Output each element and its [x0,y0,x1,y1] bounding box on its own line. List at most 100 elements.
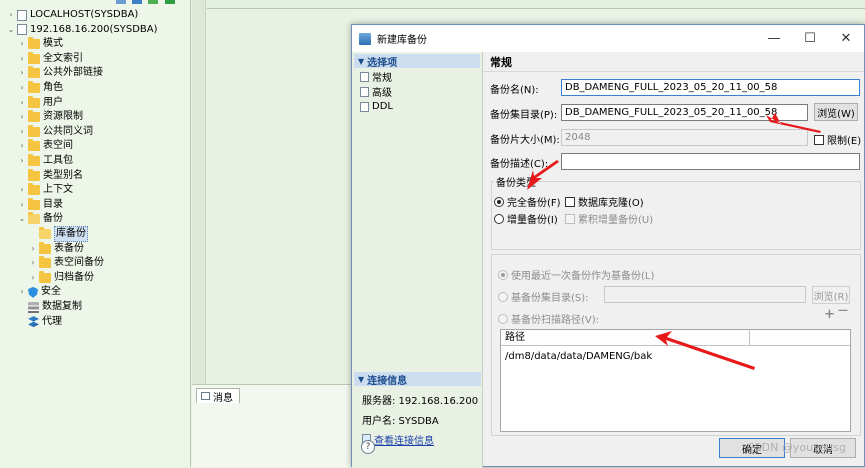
dialog-title: 新建库备份 [377,35,427,46]
tree-node[interactable]: 数据复制 [17,300,82,314]
tab-messages[interactable]: 消息 [196,388,240,404]
chevron-right-icon[interactable]: › [17,139,27,153]
tree-node[interactable]: › 上下文 [17,183,73,197]
center-gutter [192,0,206,384]
chevron-down-icon[interactable]: ⌄ [6,23,16,37]
minimize-button[interactable]: — [756,25,792,52]
tree-node-label: LOCALHOST(SYSDBA) [30,9,139,20]
folder-open-icon [39,227,51,239]
chevron-down-icon[interactable]: ⌄ [17,212,27,226]
tree-node[interactable]: ⌄ 备份 [17,212,63,226]
toolbar-icon[interactable] [116,0,126,4]
tree-node[interactable]: › 资源限制 [17,110,83,124]
add-path-icon[interactable]: + [824,307,835,322]
tree-node[interactable]: › 角色 [17,81,63,95]
checkbox-box[interactable] [565,213,575,224]
nav-header-connection: ▼ 连接信息 [354,372,481,387]
tree-node-label: 资源限制 [43,111,83,123]
help-icon[interactable]: ? [361,440,375,454]
nav-item-ddl[interactable]: DDL [352,99,482,114]
radio-icon[interactable] [498,291,508,302]
backup-type-legend: 备份类型 [494,174,538,189]
chevron-right-icon[interactable]: › [17,285,27,299]
tree-node[interactable]: › 安全 [17,285,61,299]
base-dir-input[interactable] [604,286,806,303]
editor-tab-strip [207,0,865,9]
chevron-right-icon[interactable]: › [17,52,27,66]
tree-node[interactable]: › 表空间备份 [28,256,104,270]
tree-node[interactable]: › 用户 [17,95,63,110]
tree-node[interactable]: › 公共外部链接 [17,66,103,80]
view-connection-link[interactable]: 查看连接信息 [374,432,434,447]
radio-icon[interactable] [498,313,508,324]
db-clone-checkbox[interactable]: 数据库克隆(O) [565,194,644,209]
tree-node[interactable]: 代理 [17,315,62,329]
chevron-right-icon[interactable]: › [28,256,38,270]
base-dir-radio[interactable]: 基备份集目录(S): [498,289,589,304]
scan-path-table: 路径 /dm8/data/data/DAMENG/bak [500,329,851,432]
radio-icon[interactable] [494,213,504,224]
chevron-right-icon[interactable]: › [6,8,16,22]
remove-path-icon[interactable]: — [838,305,848,316]
path-table-header: 路径 [501,330,850,346]
chevron-right-icon[interactable]: › [17,154,27,168]
cumulative-incremental-checkbox[interactable]: 累积增量备份(U) [565,211,653,226]
tree-node[interactable]: › 公共同义词 [17,124,93,139]
chevron-right-icon[interactable]: › [17,125,27,139]
tree-node[interactable]: › LOCALHOST(SYSDBA) [6,8,138,22]
browse-base-button[interactable]: 浏览(R) [812,286,850,304]
tree-node-label: 数据复制 [42,301,82,312]
close-button[interactable]: ✕ [828,25,864,52]
tree-node[interactable]: › 全文索引 [17,51,83,66]
triangle-down-icon: ▼ [358,374,365,384]
checkbox-box[interactable] [814,134,824,145]
tree-node-label: 安全 [41,286,61,298]
tree-node[interactable]: › 表空间 [17,139,73,153]
tree-node[interactable]: › 模式 [17,37,63,51]
tree-node[interactable]: › 目录 [17,197,63,212]
path-row[interactable]: /dm8/data/data/DAMENG/bak [501,349,850,365]
incremental-backup-label: 增量备份(I) [507,215,558,226]
chevron-right-icon[interactable]: › [17,81,27,95]
tree-node-label: 角色 [43,82,63,93]
tree-node[interactable]: ⌄ 192.168.16.200(SYSDBA) [6,23,158,37]
tree-node[interactable]: 库备份 [28,226,88,242]
piece-size-input[interactable]: 2048 [561,129,808,146]
chevron-right-icon[interactable]: › [17,37,27,51]
chevron-right-icon[interactable]: › [17,66,27,80]
chevron-right-icon[interactable]: › [17,183,27,197]
chevron-right-icon[interactable]: › [28,242,38,256]
limit-label: 限制(E) [827,136,862,147]
backup-name-input[interactable]: DB_DAMENG_FULL_2023_05_20_11_00_58 [561,79,860,96]
backup-dir-input[interactable]: DB_DAMENG_FULL_2023_05_20_11_00_58 [561,104,808,121]
radio-selected-icon[interactable] [494,196,504,207]
agent-icon [28,316,39,328]
use-latest-base-radio[interactable]: 使用最近一次备份作为基备份(L) [498,267,654,282]
chevron-right-icon[interactable]: › [17,110,27,124]
description-input[interactable] [561,153,860,170]
full-backup-radio[interactable]: 完全备份(F) [494,194,561,209]
maximize-button[interactable]: ☐ [792,25,828,52]
tree-node[interactable]: 类型别名 [17,168,83,183]
page-icon [360,71,369,82]
incremental-backup-radio[interactable]: 增量备份(I) [494,211,558,226]
browse-button[interactable]: 浏览(W) [814,103,858,121]
chevron-right-icon[interactable]: › [17,96,27,110]
toolbar-icon[interactable] [165,0,175,4]
toolbar-icon[interactable] [148,0,158,4]
checkbox-box[interactable] [565,196,575,207]
toolbar-icon[interactable] [132,0,142,4]
tree-node[interactable]: › 表备份 [28,241,84,256]
limit-checkbox[interactable]: 限制(E) [814,132,861,147]
nav-item-general[interactable]: 常规 [352,69,482,84]
folder-icon [28,95,40,108]
scan-path-radio[interactable]: 基备份扫描路径(V): [498,311,599,326]
chevron-right-icon[interactable]: › [17,198,27,212]
nav-item-advanced[interactable]: 高级 [352,84,482,99]
chevron-right-icon[interactable]: › [28,271,38,285]
user-info: 用户名: SYSDBA [362,415,439,427]
tree-node[interactable]: › 归档备份 [28,270,94,285]
nav-header-options: ▼ 选择项 [354,54,480,69]
tree-node[interactable]: › 工具包 [17,154,73,168]
radio-icon[interactable] [498,269,508,280]
